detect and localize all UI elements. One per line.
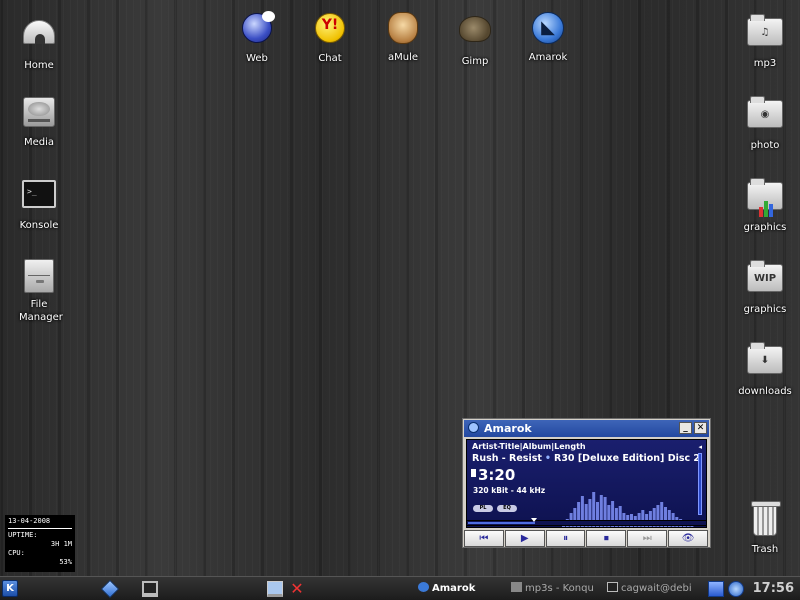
playlist-toggle-button[interactable]: PL [473, 505, 493, 512]
terminal-icon: >_ [21, 180, 57, 216]
drive-icon [21, 97, 57, 133]
album-name: R30 [Deluxe Edition] Disc 2 [554, 453, 701, 464]
cube-launcher-icon[interactable] [100, 579, 120, 599]
previous-button[interactable]: ⏮ [464, 530, 504, 547]
trash-icon [747, 501, 783, 540]
gimp-icon [457, 16, 493, 52]
konsole-task-icon [607, 582, 618, 592]
desktop-icon-chat[interactable]: Y! Chat [294, 10, 366, 65]
desktop-icon-label: Amarok [528, 52, 568, 63]
igloo-icon [21, 20, 57, 56]
desktop-icon-file-manager[interactable]: File Manager [3, 258, 75, 324]
desktop-icon-photo[interactable]: ◉ photo [729, 94, 800, 152]
desktop-icon-label: aMule [387, 52, 419, 63]
desktop-icon-graphics[interactable]: graphics [729, 176, 800, 234]
next-button[interactable]: ⏭ [627, 530, 668, 547]
desktop-icon-mp3[interactable]: ♫ mp3 [729, 12, 800, 70]
close-button[interactable]: ✕ [694, 422, 707, 434]
amarok-tray-icon[interactable] [728, 581, 744, 597]
desktop-icon-gimp[interactable]: Gimp [439, 10, 511, 68]
stop-button[interactable]: ⏹ [586, 530, 627, 547]
volume-slider[interactable] [698, 453, 702, 515]
desktop-icon-amule[interactable]: aMule [367, 10, 439, 64]
task-konqueror[interactable]: mp3s - Konqu [511, 580, 603, 598]
camera-folder-icon: ◉ [747, 96, 783, 136]
yahoo-smiley-icon: Y! [312, 13, 348, 49]
desktop: Home Media >_ Konsole File Manager Web Y… [0, 0, 800, 576]
equalizer-toggle-button[interactable]: EQ [497, 505, 517, 512]
desktop-icon-konsole[interactable]: >_ Konsole [3, 176, 75, 232]
desktop-icon-label: graphics [743, 304, 787, 315]
spectrum-bar [562, 526, 565, 527]
desktop-icon-label: mp3 [753, 58, 777, 69]
kmenu-button[interactable]: K [2, 580, 18, 597]
laptop-launcher-icon[interactable] [267, 581, 283, 597]
desktop-icon-amarok[interactable]: ◣ Amarok [512, 10, 584, 64]
spectrum-bar [690, 526, 694, 527]
monitor-launcher-icon[interactable] [142, 581, 158, 597]
sysmon-cpu-label: CPU: [8, 549, 25, 557]
amarok-task-icon [418, 582, 429, 592]
desktop-icon-label: Gimp [461, 56, 489, 67]
desktop-icon-web[interactable]: Web [221, 10, 293, 65]
column-header: Artist-Title|Album|Length [472, 442, 586, 451]
artist-title: Rush - Resist [472, 453, 542, 464]
visualization-button[interactable]: 👁 [668, 530, 708, 547]
mule-icon [385, 12, 421, 48]
desktop-icon-label: Konsole [19, 220, 59, 231]
task-konsole[interactable]: cagwait@debi [607, 580, 699, 598]
wip-folder-icon: WIP [747, 260, 783, 300]
sysmon-date: 13-04-2008 [8, 517, 51, 525]
desktop-icon-media[interactable]: Media [3, 94, 75, 149]
amarok-title: Amarok [484, 422, 532, 435]
amarok-player-window: Amarok _ ✕ Artist-Title|Album|Length ◂ R… [462, 418, 711, 548]
minimize-button[interactable]: _ [679, 422, 692, 434]
system-monitor-widget: 13-04-2008 UPTIME: 3H 1M CPU: 53% [5, 515, 75, 572]
desktop-icon-label: Chat [318, 53, 342, 64]
desktop-icon-label: File Manager [19, 299, 63, 323]
desktop-icon-trash[interactable]: Trash [729, 501, 800, 556]
taskbar: K ✕ Amarok mp3s - Konqu cagwait@debi 17:… [0, 576, 800, 600]
desktop-icon-label: photo [750, 140, 780, 151]
sysmon-cpu-value: 53% [59, 558, 72, 566]
x-launcher-icon[interactable]: ✕ [289, 581, 305, 597]
konqueror-task-icon [511, 582, 522, 592]
track-separator: • [544, 453, 551, 464]
file-cabinet-icon [21, 259, 57, 295]
desktop-icon-wip-graphics[interactable]: WIP graphics [729, 258, 800, 316]
seek-handle[interactable] [531, 518, 537, 522]
track-info: Rush - Resist • R30 [Deluxe Edition] Disc … [472, 453, 700, 464]
clock[interactable]: 17:56 [753, 579, 794, 599]
amarok-titlebar[interactable]: Amarok _ ✕ [464, 420, 709, 437]
seek-slider[interactable] [466, 518, 707, 526]
desktop-icon-label: Home [24, 60, 54, 71]
globe-icon [239, 11, 275, 49]
volume-arrow-icon: ◂ [698, 443, 702, 451]
sysmon-uptime-value: 3H 1M [50, 540, 72, 548]
amarok-logo-icon [468, 422, 479, 433]
play-button[interactable]: ▶ [504, 530, 545, 547]
desktop-icon-label: Trash [751, 544, 779, 555]
sysmon-uptime-label: UPTIME: [8, 531, 38, 539]
desktop-icon-label: downloads [738, 386, 792, 397]
playback-controls: ⏮ ▶ ⏸ ⏹ ⏭ 👁 [464, 530, 709, 547]
music-folder-icon: ♫ [747, 14, 783, 54]
chart-folder-icon [747, 178, 783, 218]
pause-button[interactable]: ⏸ [545, 530, 586, 547]
elapsed-time: 3:20 [478, 466, 516, 484]
amarok-display: Artist-Title|Album|Length ◂ Rush - Resis… [466, 439, 707, 528]
time-display[interactable]: 3:20 [471, 466, 515, 484]
bitrate-info: 320 kBit - 44 kHz [473, 486, 546, 495]
desktop-icon-label: Web [246, 53, 268, 64]
desktop-icon-label: graphics [743, 222, 787, 233]
amarok-wolf-icon: ◣ [530, 12, 566, 48]
desktop-icon-label: Media [23, 137, 55, 148]
network-tray-icon[interactable] [708, 581, 724, 597]
desktop-icon-downloads[interactable]: ⬇ downloads [729, 340, 800, 398]
desktop-icon-home[interactable]: Home [3, 12, 75, 72]
task-amarok[interactable]: Amarok [418, 580, 506, 598]
download-folder-icon: ⬇ [747, 342, 783, 382]
